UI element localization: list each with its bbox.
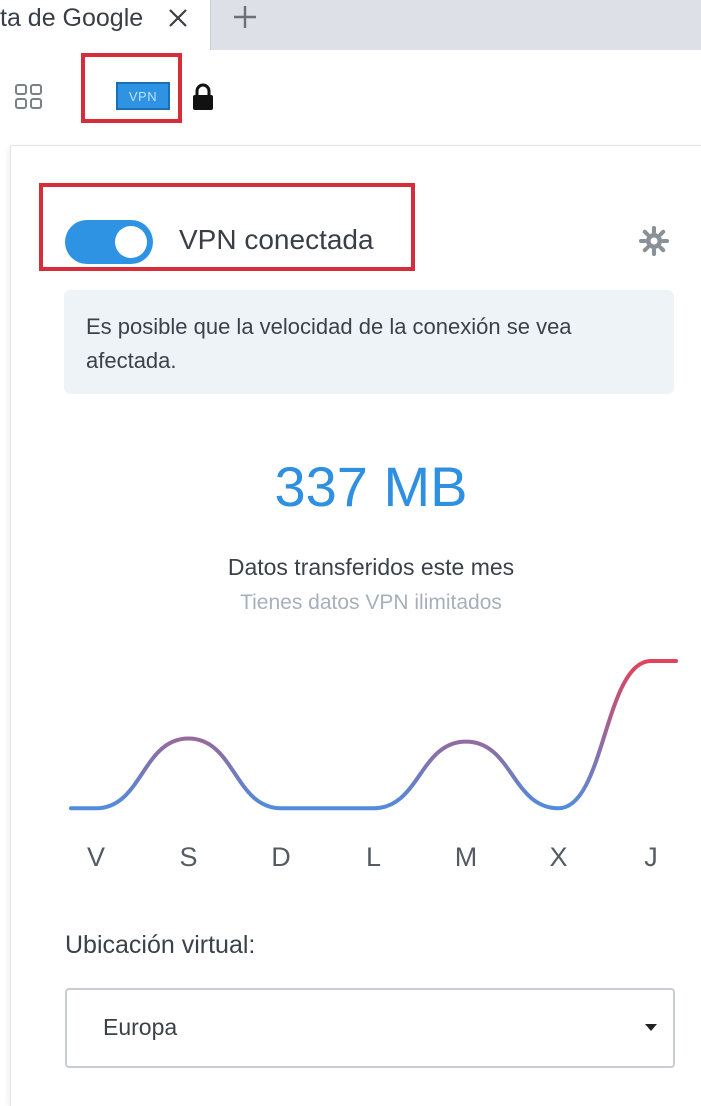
day-label-v: V: [87, 842, 105, 872]
tab-strip: ta de Google: [0, 0, 701, 50]
tab-title: ta de Google: [0, 4, 144, 32]
day-label-l: L: [366, 842, 381, 872]
day-label-d: D: [271, 842, 291, 872]
data-transferred-label: Datos transferidos este mes: [227, 554, 515, 580]
vpn-toggle[interactable]: [65, 220, 153, 264]
close-icon[interactable]: [164, 4, 192, 32]
grid-icon[interactable]: [12, 80, 46, 114]
day-label-m: M: [455, 842, 478, 872]
toggle-knob: [115, 226, 147, 258]
address-toolbar: VPN: [0, 50, 701, 142]
vpn-status-label: VPN conectada: [179, 224, 374, 255]
usage-chart: VSDLMXJ: [69, 659, 678, 872]
day-label-j: J: [644, 842, 658, 872]
plus-icon[interactable]: [230, 2, 260, 32]
usage-series-line: [69, 659, 678, 811]
virtual-location-select[interactable]: Europa: [65, 988, 675, 1068]
unlimited-data-note: Tienes datos VPN ilimitados: [240, 591, 502, 614]
vpn-popup: VPN conectada Es posible que la velocida…: [10, 145, 701, 1106]
speed-notice: Es posible que la velocidad de la conexi…: [64, 290, 674, 394]
gear-icon[interactable]: [637, 224, 671, 258]
vpn-badge-button[interactable]: VPN: [116, 82, 170, 110]
data-transferred-amount: 337 MB: [274, 455, 468, 518]
virtual-location-label: Ubicación virtual:: [65, 931, 256, 959]
lock-icon[interactable]: [191, 83, 215, 111]
day-label-s: S: [179, 842, 197, 872]
virtual-location-value: Europa: [103, 1014, 178, 1040]
browser-tab[interactable]: ta de Google: [0, 0, 211, 50]
day-label-x: X: [549, 842, 567, 872]
chevron-down-icon: [645, 1024, 657, 1031]
